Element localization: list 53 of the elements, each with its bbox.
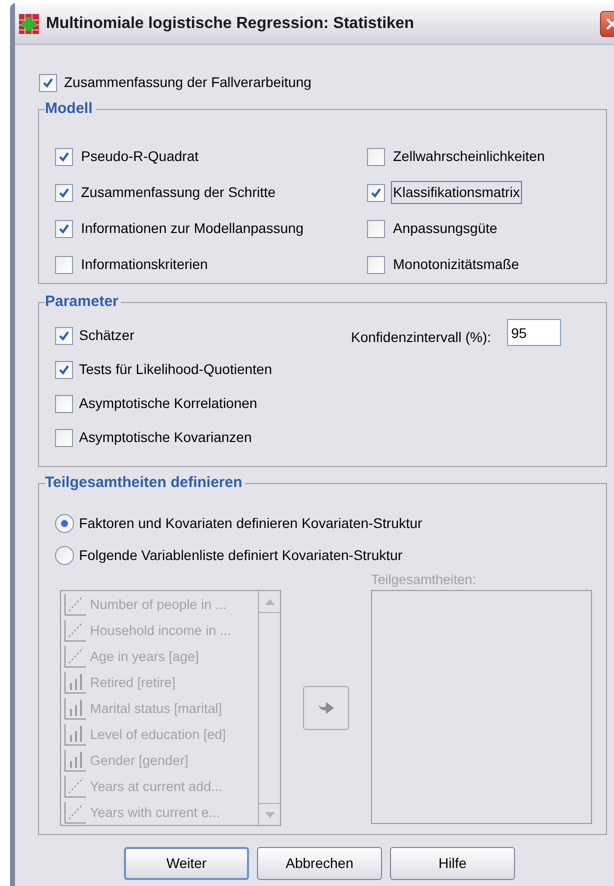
- app-icon: [18, 12, 40, 34]
- checkbox-label: Tests für Likelihood-Quotienten: [79, 360, 272, 379]
- bars-icon: [63, 723, 87, 747]
- bars-icon: [63, 749, 87, 773]
- bars-icon: [63, 671, 87, 695]
- checkbox[interactable]: [55, 394, 73, 412]
- check-icon: [370, 186, 382, 198]
- checkbox-label: Asymptotische Korrelationen: [79, 394, 258, 413]
- checkbox-label: Anpassungsgüte: [392, 219, 498, 238]
- checkbox-label: Informationskriterien: [80, 255, 209, 274]
- check-icon: [58, 222, 70, 234]
- move-button[interactable]: [303, 686, 349, 730]
- checkbox-label: Informationen zur Modellanpassung: [80, 219, 305, 238]
- field-label: Konfidenzintervall (%):: [351, 328, 492, 347]
- checkbox[interactable]: [55, 184, 73, 202]
- dialog-button[interactable]: Weiter: [124, 847, 249, 880]
- check-icon: [58, 364, 70, 376]
- checkbox[interactable]: [55, 428, 73, 446]
- check-icon: [58, 186, 70, 198]
- checkbox[interactable]: [367, 184, 385, 202]
- confidence-input[interactable]: 95: [507, 319, 562, 346]
- checkbox[interactable]: [367, 148, 385, 166]
- checkbox[interactable]: [39, 74, 57, 92]
- checkbox-label: Zusammenfassung der Schritte: [80, 183, 277, 202]
- checkbox[interactable]: [55, 148, 73, 166]
- radio-button[interactable]: [55, 514, 74, 533]
- radio-button[interactable]: [55, 546, 74, 565]
- radio-label: Folgende Variablenliste definiert Kovariaten-Struktur: [79, 546, 402, 565]
- up-arrow-icon: [264, 598, 274, 604]
- dialog-button[interactable]: Abbrechen: [257, 847, 382, 880]
- checkbox-label: Asymptotische Kovarianzen: [79, 428, 252, 447]
- checkbox-label: Schätzer: [79, 326, 134, 345]
- checkbox[interactable]: [55, 220, 73, 238]
- dialog-button[interactable]: Hilfe: [390, 847, 515, 880]
- checkbox-label: Pseudo-R-Quadrat: [80, 147, 200, 166]
- checkbox-label: Klassifikationsmatrix: [391, 181, 522, 204]
- checkbox-label: Monotonizitätsmaße: [392, 255, 520, 274]
- checkbox-label: Zusammenfassung der Fallverarbeitung: [64, 73, 312, 92]
- window-title: Multinomiale logistische Regression: Statistiken: [46, 14, 414, 34]
- radio-label: Faktoren und Kovariaten definieren Kovariaten-Struktur: [79, 514, 422, 533]
- list-label: Teilgesamtheiten:: [371, 571, 478, 589]
- checkbox[interactable]: [55, 360, 73, 378]
- check-icon: [58, 330, 70, 342]
- checkbox[interactable]: [367, 256, 385, 274]
- arrow-icon: [317, 701, 335, 715]
- checkbox[interactable]: [55, 326, 73, 344]
- down-arrow-icon: [264, 812, 274, 818]
- bars-icon: [63, 697, 87, 721]
- check-icon: [42, 76, 54, 88]
- check-icon: [58, 150, 70, 162]
- checkbox[interactable]: [55, 256, 73, 274]
- checkbox-label: Zellwahrscheinlichkeiten: [392, 147, 546, 166]
- checkbox[interactable]: [367, 220, 385, 238]
